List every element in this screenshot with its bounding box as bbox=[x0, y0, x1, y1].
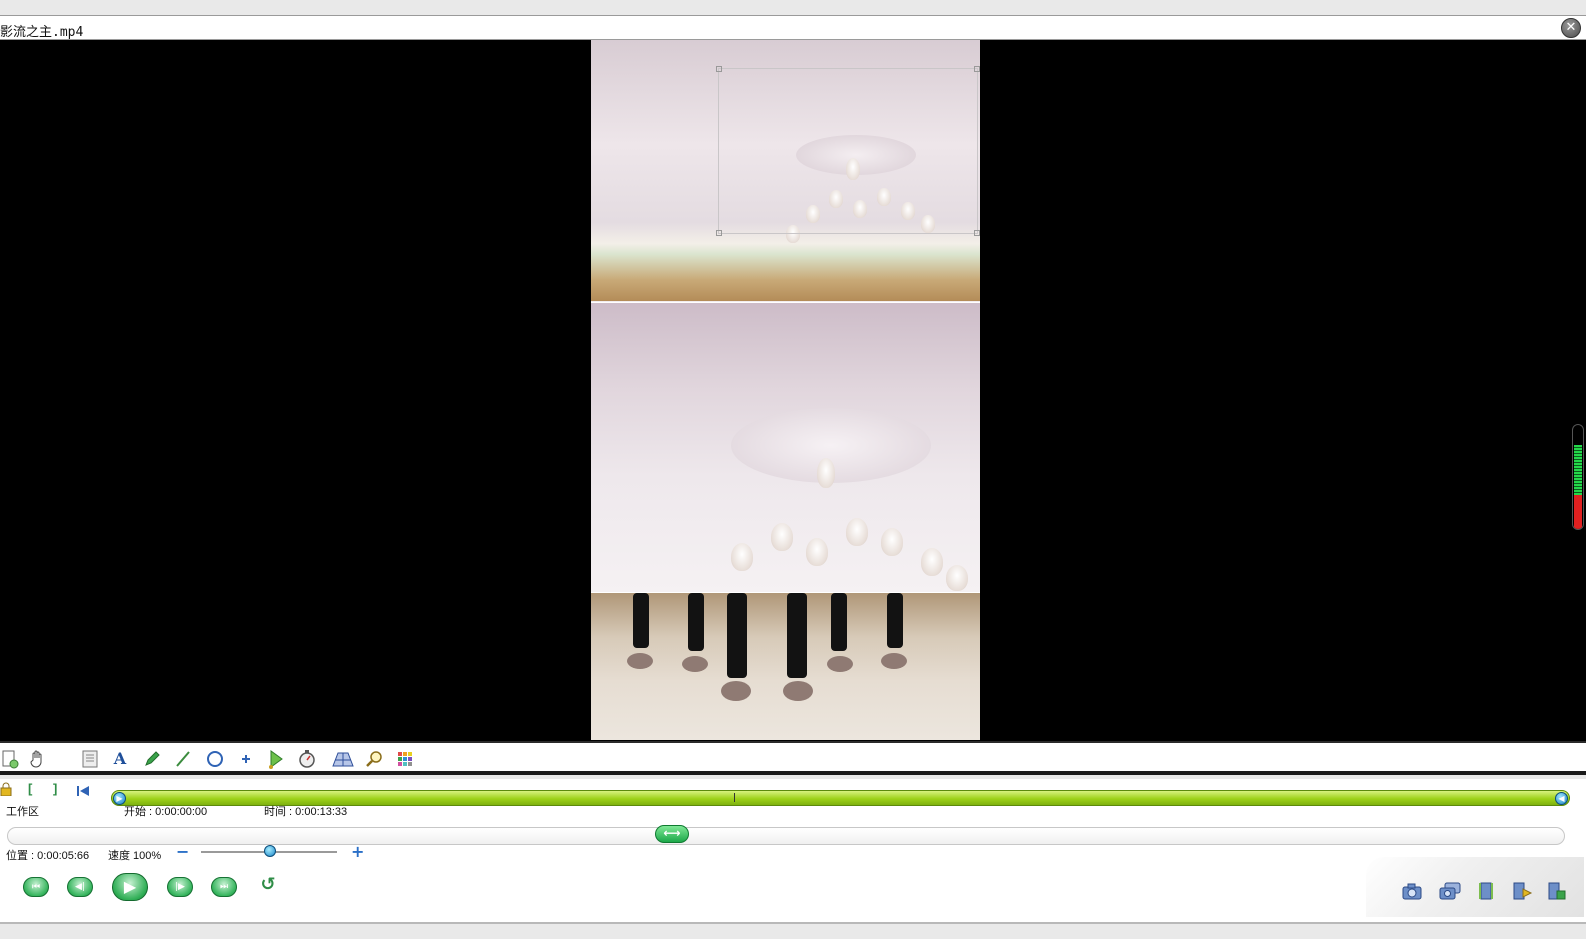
chandelier-light bbox=[846, 518, 868, 546]
dancer-shoe bbox=[682, 656, 708, 672]
dancer-shoe bbox=[783, 681, 813, 701]
last-frame-button[interactable]: ⏭ bbox=[211, 877, 237, 897]
chandelier-light bbox=[771, 523, 793, 551]
multi-snapshot-icon[interactable] bbox=[1438, 882, 1462, 900]
skip-first-icon: ⏮ bbox=[31, 882, 41, 892]
video-player-window: 影流之主.mp4 ✕ A [] ▶ ◀ 工作区 开始: 0:00:00:00… bbox=[0, 0, 1586, 939]
step-back-icon: ◀| bbox=[75, 882, 85, 892]
play-icon: ▶ bbox=[123, 877, 137, 896]
mark-out-button[interactable]: ] bbox=[53, 781, 57, 796]
start-time-label: 开始 : 0:00:00:00 bbox=[124, 806, 208, 818]
mark-in-button[interactable]: [ bbox=[28, 781, 32, 796]
dancer-leg bbox=[831, 593, 847, 651]
export-toolbar bbox=[1366, 857, 1584, 917]
hand-pan-icon[interactable] bbox=[28, 749, 48, 769]
film-save-icon[interactable] bbox=[1546, 882, 1566, 900]
drawing-toolbar: A bbox=[0, 741, 1586, 775]
working-zone-end-handle[interactable]: ◀ bbox=[1555, 792, 1568, 805]
point-icon[interactable] bbox=[236, 749, 256, 769]
selection-handle[interactable] bbox=[716, 66, 722, 72]
perspective-grid-icon[interactable] bbox=[331, 749, 355, 769]
window-bottom-edge bbox=[0, 924, 1586, 939]
chandelier-light bbox=[946, 565, 968, 591]
video-frame bbox=[591, 40, 980, 740]
film-clip-icon[interactable] bbox=[1476, 882, 1496, 900]
next-frame-button[interactable]: |▶ bbox=[167, 877, 193, 897]
skip-last-icon: ⏭ bbox=[219, 882, 229, 892]
position-label: 位置 : 0:00:05:66 bbox=[6, 850, 90, 862]
playhead-track[interactable] bbox=[7, 827, 1565, 845]
selection-handle[interactable] bbox=[974, 66, 980, 72]
dancer-shoe bbox=[721, 681, 751, 701]
previous-frame-button[interactable]: ◀| bbox=[67, 877, 93, 897]
pencil-icon[interactable] bbox=[142, 749, 162, 769]
stopwatch-icon[interactable] bbox=[297, 749, 317, 769]
dancer-shoe bbox=[881, 653, 907, 669]
first-frame-button[interactable]: ⏮ bbox=[23, 877, 49, 897]
chandelier-stem bbox=[817, 458, 835, 488]
film-export-icon[interactable] bbox=[1511, 882, 1533, 900]
speed-increase-button[interactable]: + bbox=[351, 844, 364, 860]
current-position-marker bbox=[734, 793, 735, 802]
video-panel-middle bbox=[591, 302, 980, 593]
dancer-leg bbox=[688, 593, 704, 651]
selection-handle[interactable] bbox=[716, 230, 722, 236]
speed-decrease-button[interactable]: − bbox=[176, 844, 189, 860]
notes-icon[interactable] bbox=[80, 749, 100, 769]
color-grid-icon[interactable] bbox=[395, 749, 415, 769]
dancer-leg bbox=[787, 593, 807, 678]
dancer-shoe bbox=[827, 656, 853, 672]
step-forward-icon: |▶ bbox=[175, 882, 185, 892]
close-button[interactable]: ✕ bbox=[1561, 18, 1581, 38]
close-icon: ✕ bbox=[1565, 20, 1577, 35]
duration-label: 时间 : 0:00:13:33 bbox=[264, 806, 348, 818]
speed-label: 速度 100% bbox=[108, 850, 162, 862]
play-button[interactable]: ▶ bbox=[112, 873, 148, 901]
selection-handle[interactable] bbox=[974, 230, 980, 236]
dancer-shoe bbox=[627, 653, 653, 669]
selection-rectangle[interactable] bbox=[716, 66, 980, 236]
level-red-segment bbox=[1574, 495, 1582, 529]
dancer-leg bbox=[727, 593, 747, 678]
loop-icon: ↺ bbox=[260, 874, 276, 895]
video-panel-top bbox=[591, 40, 980, 301]
loop-button[interactable]: ↺ bbox=[258, 875, 278, 895]
window-title: 影流之主.mp4 bbox=[0, 25, 84, 40]
line-icon[interactable] bbox=[173, 749, 193, 769]
new-doc-icon[interactable] bbox=[0, 749, 20, 769]
text-icon[interactable]: A bbox=[110, 749, 130, 769]
dancer-leg bbox=[887, 593, 903, 648]
title-bar: 影流之主.mp4 ✕ bbox=[0, 15, 1586, 40]
workspace-label: 工作区 bbox=[6, 806, 39, 818]
chandelier-light bbox=[806, 538, 828, 566]
go-to-start-icon[interactable] bbox=[76, 782, 90, 796]
magnifier-icon[interactable] bbox=[364, 749, 384, 769]
dancer-leg bbox=[633, 593, 649, 648]
audio-level-meter bbox=[1572, 424, 1584, 530]
snapshot-camera-icon[interactable] bbox=[1402, 882, 1422, 900]
video-viewport[interactable] bbox=[0, 40, 1586, 741]
chandelier-light bbox=[921, 548, 943, 576]
angle-icon[interactable] bbox=[266, 749, 286, 769]
circle-icon[interactable] bbox=[205, 749, 225, 769]
speed-slider-thumb[interactable] bbox=[264, 845, 276, 857]
playhead-thumb[interactable]: ⟷ bbox=[655, 825, 689, 843]
lock-icon[interactable] bbox=[0, 781, 12, 797]
timeline-panel: [ ] ▶ ◀ 工作区 开始 : 0:00:00:00 时间 : 0:00:13… bbox=[0, 779, 1586, 924]
chandelier-light bbox=[881, 528, 903, 556]
chandelier-light bbox=[731, 543, 753, 571]
level-green-segment bbox=[1574, 445, 1582, 495]
video-panel-bottom bbox=[591, 593, 980, 740]
